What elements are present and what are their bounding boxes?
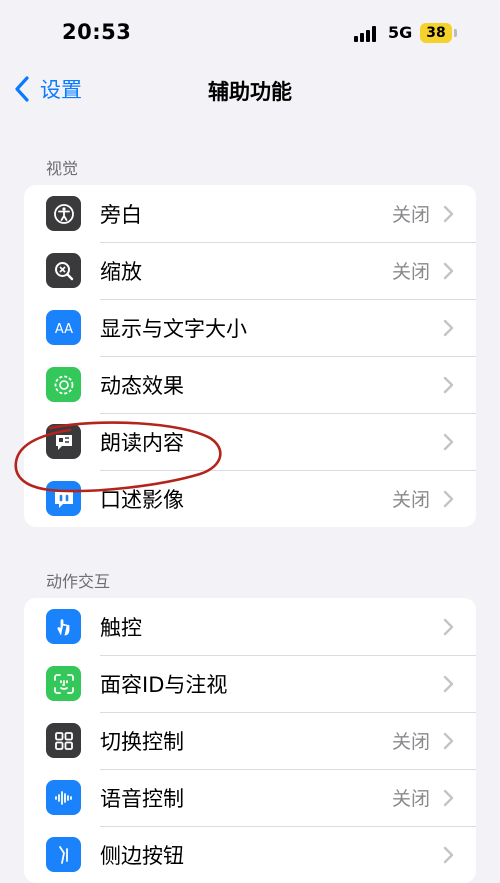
row-audio-descriptions[interactable]: 口述影像 关闭 xyxy=(24,470,476,527)
settings-group-interaction: 触控 面容ID与注视 切换控制 关闭 语音控制 关闭 侧边按钮 xyxy=(24,598,476,883)
row-spoken-content[interactable]: 朗读内容 xyxy=(24,413,476,470)
row-value: 关闭 xyxy=(391,731,430,753)
row-face-id-attention[interactable]: 面容ID与注视 xyxy=(24,655,476,712)
section-header-interaction: 动作交互 xyxy=(46,572,111,591)
row-label: 语音控制 xyxy=(100,786,184,811)
chevron-right-icon xyxy=(443,376,454,393)
chevron-right-icon xyxy=(443,262,454,279)
row-value: 关闭 xyxy=(391,204,430,226)
row-value: 关闭 xyxy=(391,489,430,511)
row-label: 动态效果 xyxy=(100,373,184,398)
row-label: 口述影像 xyxy=(100,487,184,512)
row-label: 朗读内容 xyxy=(100,430,184,455)
touch-icon xyxy=(46,609,81,644)
row-zoom[interactable]: 缩放 关闭 xyxy=(24,242,476,299)
row-value: 关闭 xyxy=(391,788,430,810)
chevron-right-icon xyxy=(443,789,454,806)
svg-text:AA: AA xyxy=(54,322,72,337)
row-label: 显示与文字大小 xyxy=(100,316,247,341)
row-display-text-size[interactable]: AA 显示与文字大小 xyxy=(24,299,476,356)
navigation-bar: 设置 辅助功能 xyxy=(0,66,500,114)
settings-group-vision: 旁白 关闭 缩放 关闭 AA 显示与文字大小 动态效果 朗读内容 口述影像 关闭 xyxy=(24,185,476,527)
row-label: 侧边按钮 xyxy=(100,843,184,868)
text-size-icon: AA xyxy=(46,310,81,345)
section-header-vision: 视觉 xyxy=(46,159,79,178)
motion-icon xyxy=(46,367,81,402)
zoom-icon xyxy=(46,253,81,288)
cellular-signal-icon xyxy=(354,26,380,42)
chevron-right-icon xyxy=(443,319,454,336)
voiceover-icon xyxy=(46,196,81,231)
row-label: 缩放 xyxy=(100,259,142,284)
audio-description-icon xyxy=(46,481,81,516)
row-voiceover[interactable]: 旁白 关闭 xyxy=(24,185,476,242)
spoken-content-icon xyxy=(46,424,81,459)
row-label: 面容ID与注视 xyxy=(100,672,228,697)
chevron-right-icon xyxy=(443,433,454,450)
row-voice-control[interactable]: 语音控制 关闭 xyxy=(24,769,476,826)
row-label: 触控 xyxy=(100,615,142,640)
row-label: 切换控制 xyxy=(100,729,184,754)
voice-control-icon xyxy=(46,780,81,815)
page-title: 辅助功能 xyxy=(208,80,292,104)
status-time: 20:53 xyxy=(62,20,132,44)
battery-icon: 38 xyxy=(420,23,452,43)
chevron-right-icon xyxy=(443,490,454,507)
row-value: 关闭 xyxy=(391,261,430,283)
chevron-right-icon xyxy=(443,846,454,863)
face-id-icon xyxy=(46,666,81,701)
row-label: 旁白 xyxy=(100,202,142,227)
side-button-icon xyxy=(46,837,81,872)
row-motion[interactable]: 动态效果 xyxy=(24,356,476,413)
chevron-right-icon xyxy=(443,732,454,749)
status-bar: 20:53 5G 38 xyxy=(0,0,500,66)
switch-control-icon xyxy=(46,723,81,758)
chevron-right-icon xyxy=(443,618,454,635)
chevron-right-icon xyxy=(443,675,454,692)
chevron-right-icon xyxy=(443,205,454,222)
network-type: 5G xyxy=(388,23,413,42)
battery-tip xyxy=(454,29,457,37)
row-side-button[interactable]: 侧边按钮 xyxy=(24,826,476,883)
row-switch-control[interactable]: 切换控制 关闭 xyxy=(24,712,476,769)
row-touch[interactable]: 触控 xyxy=(24,598,476,655)
